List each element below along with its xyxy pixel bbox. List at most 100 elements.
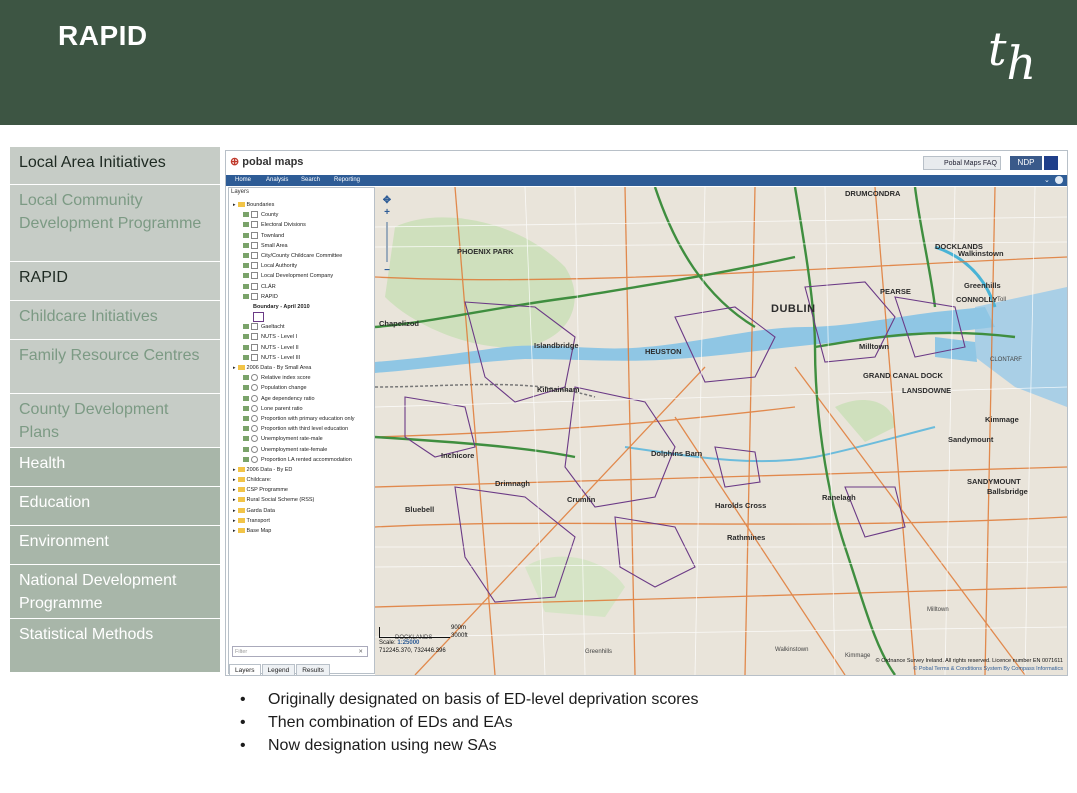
layer-tree-item[interactable]: Electoral Divisions (233, 220, 373, 230)
tab-legend[interactable]: Legend (261, 664, 296, 675)
layer-radio[interactable] (251, 445, 258, 453)
menu-item[interactable]: County Development Plans (10, 394, 220, 448)
expand-icon[interactable]: ▸ (233, 202, 236, 208)
menu-item[interactable]: National Development Programme (10, 565, 220, 619)
layer-tree-item[interactable]: ▸ CSP Programme (233, 485, 373, 495)
layer-tree-item[interactable]: ▸ 2006 Data - By ED (233, 465, 373, 475)
layer-tree-item[interactable]: City/County Childcare Committee (233, 251, 373, 261)
layer-tree-item[interactable]: Unemployment rate-female (233, 445, 373, 455)
expand-icon[interactable]: ▸ (233, 528, 236, 534)
map-label: Toll (997, 297, 1007, 303)
layer-checkbox[interactable] (251, 282, 258, 290)
layer-checkbox[interactable] (251, 292, 258, 300)
zoom-out-button[interactable]: − (381, 265, 393, 277)
layer-tree-item[interactable]: CLÁR (233, 282, 373, 292)
layer-checkbox[interactable] (251, 353, 258, 361)
menu-item[interactable]: Health (10, 448, 220, 487)
layer-checkbox[interactable] (251, 211, 258, 219)
bullet-item: Now designation using new SAs (240, 734, 698, 757)
clear-icon[interactable]: ✕ (358, 647, 363, 658)
nav-analysis[interactable]: Analysis (266, 175, 288, 186)
zoom-in-button[interactable]: + (381, 207, 393, 219)
layer-checkbox[interactable] (251, 221, 258, 229)
menu-item[interactable]: Childcare Initiatives (10, 301, 220, 340)
layer-tree-item[interactable]: ▸ Base Map (233, 526, 373, 536)
menu-item[interactable]: Education (10, 487, 220, 526)
layer-tree-item[interactable]: County (233, 210, 373, 220)
layer-tree-item[interactable]: ▸ 2006 Data - By Small Area (233, 363, 373, 373)
layer-tree-item[interactable]: NUTS - Level I (233, 332, 373, 342)
chevron-down-icon[interactable]: ⌄ (1044, 175, 1050, 186)
layer-radio[interactable] (251, 435, 258, 443)
layer-tree-item[interactable]: Proportion with primary education only (233, 414, 373, 424)
expand-icon[interactable]: ▸ (233, 477, 236, 483)
pan-icon[interactable]: ✥ (381, 195, 393, 207)
menu-item[interactable]: Statistical Methods (10, 619, 220, 673)
layer-checkbox[interactable] (251, 241, 258, 249)
filter-input[interactable]: Filter ✕ (232, 646, 368, 657)
layer-tree-item[interactable]: Local Development Company (233, 271, 373, 281)
menu-item[interactable]: Local Area Initiatives (10, 147, 220, 185)
map-label: LANSDOWNE (902, 386, 952, 395)
menu-item[interactable]: RAPID (10, 262, 220, 301)
faq-button[interactable]: Pobal Maps FAQ (923, 156, 1001, 170)
layer-checkbox[interactable] (251, 272, 258, 280)
help-icon[interactable] (1055, 176, 1063, 184)
tab-results[interactable]: Results (296, 664, 330, 675)
layer-tree-item[interactable]: NUTS - Level III (233, 353, 373, 363)
layer-label: Unemployment rate-male (261, 436, 323, 443)
layer-tree-item[interactable]: Age dependency ratio (233, 394, 373, 404)
layer-tree-item[interactable]: ▸ Childcare: (233, 475, 373, 485)
map-label: CLONTARF (990, 357, 1022, 363)
scale-units: 900m 3000ft (451, 625, 468, 639)
menu-item[interactable]: Family Resource Centres (10, 340, 220, 394)
expand-icon[interactable]: ▸ (233, 487, 236, 493)
map-view[interactable]: ✥ + − DUBLIN DRUMCONDRA PHOENIX PARK Chape… (375, 187, 1067, 675)
map-label: SANDYMOUNT (967, 477, 1021, 486)
folder-icon (237, 487, 245, 493)
layer-tree-item[interactable]: ▸ Garda Data (233, 506, 373, 516)
layer-checkbox[interactable] (251, 333, 258, 341)
expand-icon[interactable]: ▸ (233, 508, 236, 514)
layer-radio[interactable] (251, 374, 258, 382)
menu-item[interactable]: Local Community Development Programme (10, 185, 220, 262)
layer-tree-item[interactable]: Townland (233, 231, 373, 241)
layer-tree-item[interactable]: ▸ Boundaries (233, 200, 373, 210)
layer-tree-item[interactable]: Gaeltacht (233, 322, 373, 332)
layer-tree-item[interactable]: Proportion with third level education (233, 424, 373, 434)
layer-radio[interactable] (251, 404, 258, 412)
layer-checkbox[interactable] (251, 251, 258, 259)
layer-tree-item[interactable]: Proportion LA rented accommodation (233, 455, 373, 465)
layer-checkbox[interactable] (251, 231, 258, 239)
expand-icon[interactable]: ▸ (233, 467, 236, 473)
layer-tree-item[interactable]: Lone parent ratio (233, 404, 373, 414)
layer-checkbox[interactable] (251, 343, 258, 351)
layer-label: Proportion with third level education (261, 426, 349, 433)
layer-tree-item[interactable]: ▸ Transport (233, 516, 373, 526)
layer-tree-item[interactable]: Unemployment rate-male (233, 434, 373, 444)
layer-checkbox[interactable] (251, 323, 258, 331)
nav-reporting[interactable]: Reporting (334, 175, 360, 186)
expand-icon[interactable]: ▸ (233, 518, 236, 524)
layer-tree-item[interactable]: Population change (233, 383, 373, 393)
nav-search[interactable]: Search (301, 175, 320, 186)
layer-tree-item[interactable]: NUTS - Level II (233, 343, 373, 353)
layer-tree-item[interactable]: Local Authority (233, 261, 373, 271)
layer-tree-item[interactable]: RAPID (233, 292, 373, 302)
layer-tree-item[interactable]: Relative index score (233, 373, 373, 383)
expand-icon[interactable]: ▸ (233, 497, 236, 503)
layer-radio[interactable] (251, 425, 258, 433)
menu-item[interactable]: Environment (10, 526, 220, 565)
expand-icon[interactable]: ▸ (233, 365, 236, 371)
layer-radio[interactable] (251, 455, 258, 463)
nav-home[interactable]: Home (235, 175, 251, 186)
tab-layers[interactable]: Layers (229, 664, 261, 675)
zoom-slider[interactable] (386, 222, 388, 262)
layer-tree-item[interactable]: Small Area (233, 241, 373, 251)
layer-radio[interactable] (251, 394, 258, 402)
layer-radio[interactable] (251, 384, 258, 392)
layer-checkbox[interactable] (251, 262, 258, 270)
map-label: Greenhills (585, 649, 613, 655)
layer-tree-item[interactable]: ▸ Rural Social Scheme (RSS) (233, 495, 373, 505)
layer-radio[interactable] (251, 414, 258, 422)
